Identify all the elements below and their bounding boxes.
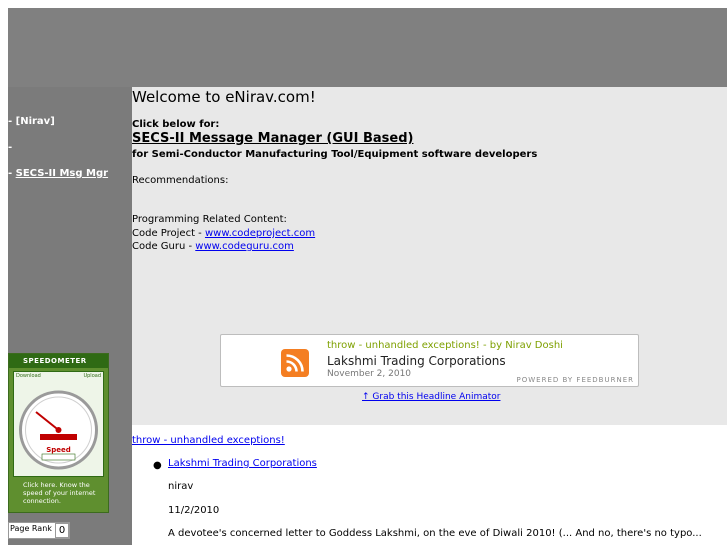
powered-by-feedburner: POWERED BY FEEDBURNER xyxy=(516,376,634,384)
header-band xyxy=(8,8,727,87)
sidebar-item-secs-msg-mgr[interactable]: - SECS-II Msg Mgr xyxy=(8,168,108,179)
feed-headline-date: November 2, 2010 xyxy=(327,369,412,379)
secs-manager-link[interactable]: SECS-II Message Manager (GUI Based) xyxy=(132,131,413,146)
download-label: Download xyxy=(16,373,41,379)
speedometer-title: SPEEDOMETER xyxy=(9,354,108,368)
recommendations-label: Recommendations: xyxy=(132,175,229,186)
pagerank-badge[interactable]: Page Rank 0 xyxy=(8,522,70,539)
speed-label: Speed xyxy=(46,446,71,454)
sidebar-item-prefix: - xyxy=(8,168,16,179)
headline-animator[interactable]: throw - unhandled exceptions! - by Nirav… xyxy=(220,334,639,387)
gauge-icon xyxy=(19,390,98,470)
page-top-margin xyxy=(0,0,727,8)
feed-headline-title: Lakshmi Trading Corporations xyxy=(327,354,506,368)
sidebar-item-label: - xyxy=(8,142,13,153)
click-below-label: Click below for: xyxy=(132,119,220,130)
bullet-icon: ● xyxy=(153,460,162,471)
page-title: Welcome to eNirav.com! xyxy=(132,88,316,106)
codeguru-line: Code Guru - www.codeguru.com xyxy=(132,241,294,252)
feed-item-link[interactable]: Lakshmi Trading Corporations xyxy=(168,458,317,469)
sidebar-item-blank: - xyxy=(8,142,12,153)
grab-headline-animator-link[interactable]: ↑ Grab this Headline Animator xyxy=(362,392,500,402)
programming-label: Programming Related Content: xyxy=(132,214,287,225)
feed-item-date: 11/2/2010 xyxy=(168,505,220,516)
feed-header: throw - unhandled exceptions! - by Nirav… xyxy=(327,340,563,351)
codeguru-link[interactable]: www.codeguru.com xyxy=(195,241,294,252)
codeproject-line: Code Project - www.codeproject.com xyxy=(132,228,315,239)
upload-label: Upload xyxy=(83,373,101,379)
codeproject-link[interactable]: www.codeproject.com xyxy=(205,228,315,239)
secs-manager-subtitle: for Semi-Conductor Manufacturing Tool/Eq… xyxy=(132,149,538,160)
feed-item-author: nirav xyxy=(168,481,194,492)
speedometer-caption: Click here. Know the speed of your inter… xyxy=(23,481,96,505)
rss-feed-icon xyxy=(281,349,309,377)
speedometer-widget[interactable]: SPEEDOMETER Download Upload Speed Click … xyxy=(8,353,109,513)
codeguru-prefix: Code Guru - xyxy=(132,241,196,252)
pagerank-label: Page Rank xyxy=(10,524,52,533)
speedometer-dial: Download Upload Speed xyxy=(13,371,104,477)
sidebar-item-label[interactable]: SECS-II Msg Mgr xyxy=(16,168,108,179)
feed-item-description: A devotee's concerned letter to Goddess … xyxy=(168,528,702,539)
sidebar-item-nirav[interactable]: - [Nirav] xyxy=(8,116,55,127)
blog-feed-link[interactable]: throw - unhandled exceptions! xyxy=(132,435,285,446)
codeproject-prefix: Code Project - xyxy=(132,228,205,239)
sidebar-item-label: - [Nirav] xyxy=(8,116,55,127)
pagerank-value: 0 xyxy=(55,523,69,538)
